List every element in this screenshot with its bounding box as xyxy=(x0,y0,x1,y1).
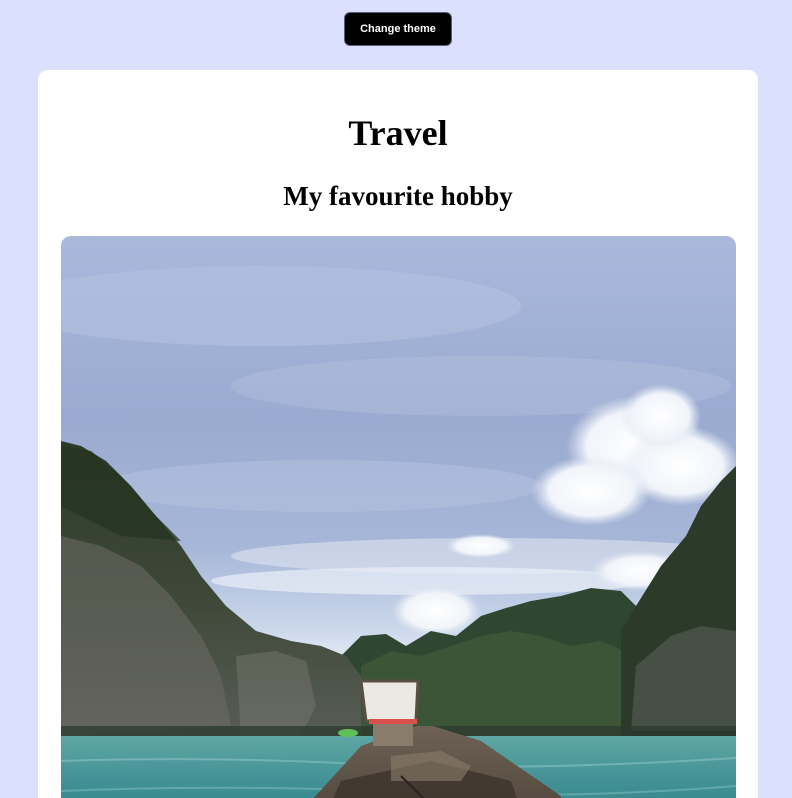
travel-card: Travel My favourite hobby xyxy=(38,70,758,798)
change-theme-button[interactable]: Change theme xyxy=(344,12,452,46)
card-title: Travel xyxy=(348,113,448,153)
card-subtitle: My favourite hobby xyxy=(283,181,513,211)
travel-photo xyxy=(61,236,736,798)
